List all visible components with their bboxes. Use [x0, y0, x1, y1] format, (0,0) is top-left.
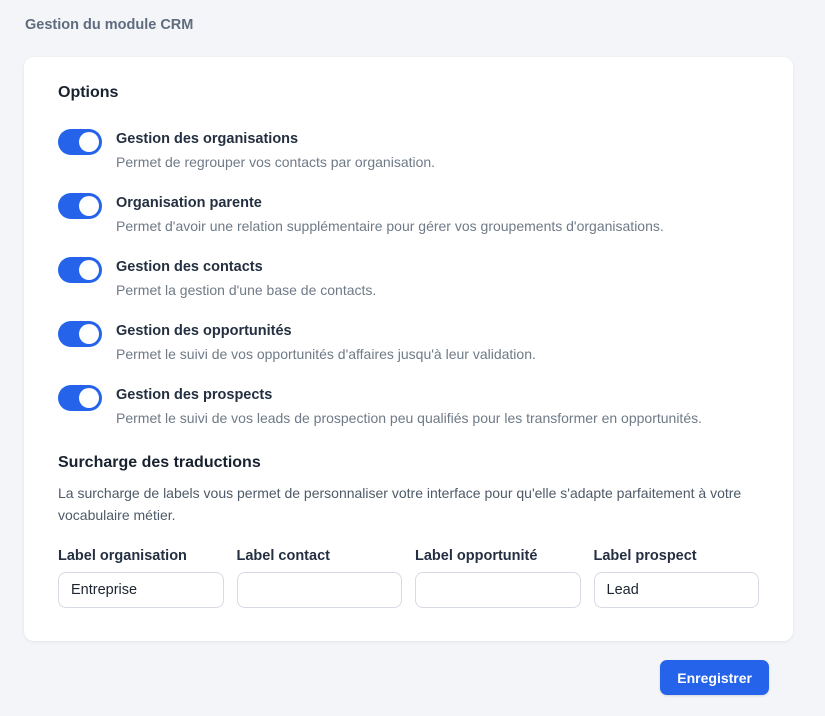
label-prospect-input[interactable] — [593, 572, 759, 608]
translations-description: La surcharge de labels vous permet de pe… — [58, 485, 742, 523]
settings-card: Options Gestion des organisations Permet… — [24, 57, 793, 641]
toggle-organisation-parente[interactable] — [58, 193, 102, 219]
toggle-knob — [79, 132, 99, 152]
field-contact: Label contact — [236, 548, 402, 608]
footer-actions: Enregistrer — [24, 660, 793, 695]
toggle-text: Organisation parente Permet d'avoir une … — [116, 192, 664, 237]
crm-settings-page: Gestion du module CRM Options Gestion de… — [0, 0, 825, 695]
toggle-row-opportunites: Gestion des opportunités Permet le suivi… — [58, 320, 759, 365]
field-label: Label contact — [236, 548, 330, 564]
toggle-text: Gestion des contacts Permet la gestion d… — [116, 256, 376, 301]
options-heading: Options — [58, 84, 119, 101]
toggle-knob — [79, 324, 99, 344]
toggle-knob — [79, 196, 99, 216]
translations-heading: Surcharge des traductions — [58, 454, 261, 471]
toggle-label: Gestion des opportunités — [116, 323, 292, 339]
toggle-row-prospects: Gestion des prospects Permet le suivi de… — [58, 384, 759, 429]
toggle-row-contacts: Gestion des contacts Permet la gestion d… — [58, 256, 759, 301]
field-organisation: Label organisation — [58, 548, 224, 608]
toggle-row-organisations: Gestion des organisations Permet de regr… — [58, 128, 759, 173]
field-label: Label opportunité — [415, 548, 538, 564]
save-button[interactable]: Enregistrer — [660, 660, 769, 695]
field-opportunite: Label opportunité — [415, 548, 581, 608]
toggle-text: Gestion des opportunités Permet le suivi… — [116, 320, 536, 365]
toggle-description: Permet d'avoir une relation supplémentai… — [116, 218, 664, 234]
translation-fields-row: Label organisation Label contact Label o… — [58, 548, 759, 608]
toggle-description: Permet la gestion d'une base de contacts… — [116, 282, 377, 298]
toggle-description: Permet de regrouper vos contacts par org… — [116, 154, 436, 170]
toggle-row-organisation-parente: Organisation parente Permet d'avoir une … — [58, 192, 759, 237]
toggle-gestion-organisations[interactable] — [58, 129, 102, 155]
toggle-label: Gestion des contacts — [116, 259, 263, 275]
toggle-label: Gestion des prospects — [116, 387, 273, 403]
label-organisation-input[interactable] — [58, 572, 224, 608]
page-title: Gestion du module CRM — [25, 17, 194, 33]
toggle-knob — [79, 260, 99, 280]
toggle-gestion-contacts[interactable] — [58, 257, 102, 283]
label-opportunite-input[interactable] — [415, 572, 581, 608]
field-label: Label organisation — [58, 548, 187, 564]
toggle-description: Permet le suivi de vos leads de prospect… — [116, 410, 702, 426]
toggle-gestion-opportunites[interactable] — [58, 321, 102, 347]
label-contact-input[interactable] — [236, 572, 402, 608]
field-label: Label prospect — [593, 548, 697, 564]
toggle-gestion-prospects[interactable] — [58, 385, 102, 411]
toggle-label: Organisation parente — [116, 195, 262, 211]
toggle-description: Permet le suivi de vos opportunités d'af… — [116, 346, 536, 362]
toggle-label: Gestion des organisations — [116, 131, 299, 147]
field-prospect: Label prospect — [593, 548, 759, 608]
toggle-text: Gestion des prospects Permet le suivi de… — [116, 384, 702, 429]
toggle-text: Gestion des organisations Permet de regr… — [116, 128, 435, 173]
toggle-knob — [79, 388, 99, 408]
